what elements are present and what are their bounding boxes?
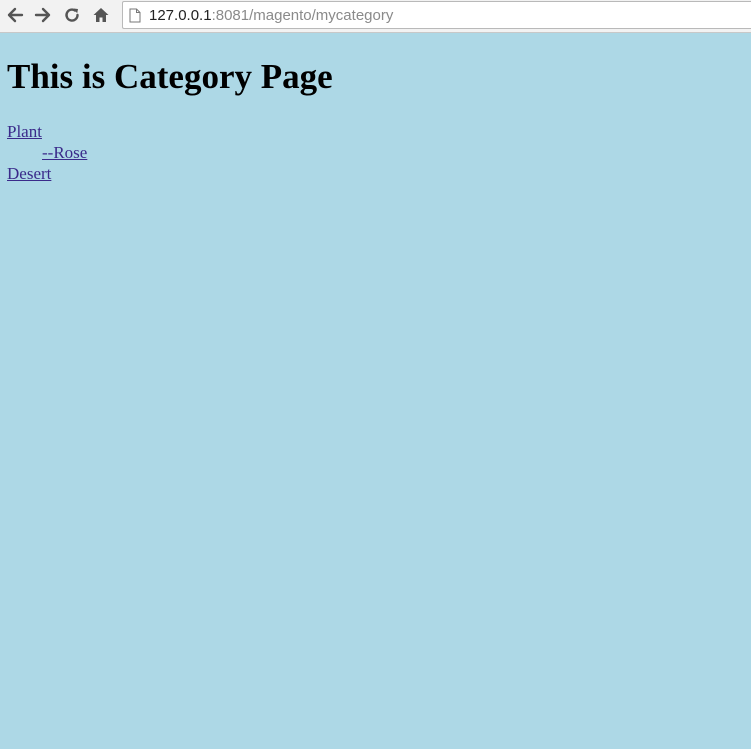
back-button[interactable] (2, 3, 28, 27)
address-bar[interactable]: 127.0.0.1:8081/magento/mycategory (122, 1, 751, 29)
category-link-plant[interactable]: Plant (7, 121, 42, 142)
reload-icon (63, 6, 81, 24)
home-button[interactable] (88, 3, 114, 27)
url-path: :8081/magento/mycategory (211, 6, 394, 24)
category-link-desert[interactable]: Desert (7, 163, 51, 184)
arrow-left-icon (6, 7, 24, 23)
arrow-right-icon (34, 7, 52, 23)
reload-button[interactable] (59, 3, 85, 27)
browser-toolbar: 127.0.0.1:8081/magento/mycategory (0, 0, 751, 33)
home-icon (92, 6, 110, 24)
category-list: Plant --Rose Desert (7, 121, 751, 184)
category-link-rose[interactable]: --Rose (42, 142, 87, 163)
page-icon (129, 7, 143, 23)
url-host: 127.0.0.1 (149, 6, 212, 24)
page-title: This is Category Page (7, 57, 333, 96)
url-text: 127.0.0.1:8081/magento/mycategory (149, 7, 393, 24)
forward-button[interactable] (30, 3, 56, 27)
page-content: This is Category Page Plant --Rose Deser… (7, 33, 751, 184)
